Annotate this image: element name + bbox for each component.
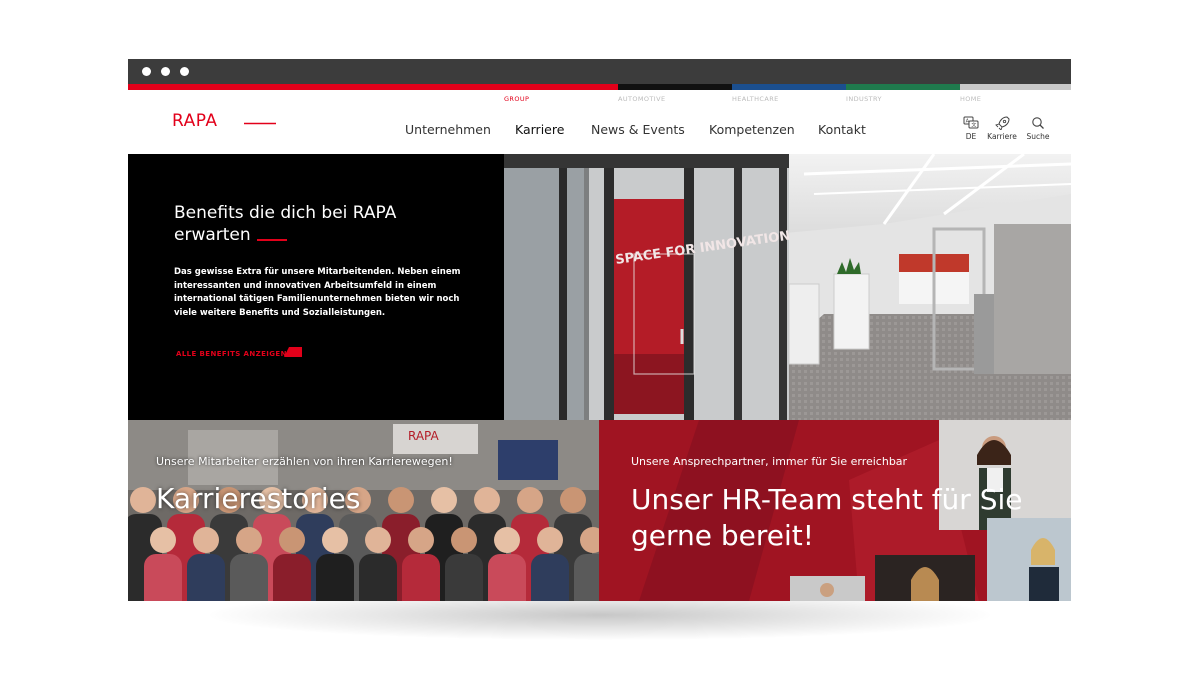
nav-item-kompetenzen[interactable]: Kompetenzen [709,122,795,137]
language-label: DE [965,132,977,141]
language-icon: A 文 [963,116,979,129]
person-head [431,487,457,513]
benefits-panel: Benefits die dich bei RAPA erwarten Das … [128,154,504,420]
person-body [359,554,397,601]
person-head [560,487,586,513]
segment-bar-home[interactable] [960,84,1071,90]
person-head [150,527,176,553]
segment-bar-industry[interactable] [846,84,960,90]
segment-link-industry[interactable]: INDUSTRY [846,95,882,103]
person-head [494,527,520,553]
segment-link-group[interactable]: GROUP [504,95,529,103]
rocket-icon [995,116,1010,130]
person-head [474,487,500,513]
karrierestories-subtitle: Unsere Mitarbeiter erzählen von ihren Ka… [156,455,453,468]
search-label: Suche [1026,132,1050,141]
hr-team-tile[interactable]: Unsere Ansprechpartner, immer für Sie er… [599,420,1071,601]
window-dot-close[interactable] [142,67,151,76]
person-head [451,527,477,553]
segment-bar-automotive[interactable] [618,84,732,90]
rapa-logo-text: RAPA [172,111,218,130]
nav-item-kontakt[interactable]: Kontakt [818,122,866,137]
office-illustration: SPACE FOR INNOVATION [504,154,1071,420]
segment-labels: GROUP AUTOMOTIVE HEALTHCARE INDUSTRY HOM… [128,95,1071,105]
office-photo: SPACE FOR INNOVATION [504,154,1071,420]
segment-color-bar [128,84,1071,90]
svg-text:文: 文 [971,122,976,129]
person-head [279,527,305,553]
benefits-description: Das gewisse Extra für unsere Mitarbeiten… [174,267,461,318]
person-head [236,527,262,553]
browser-titlebar [128,59,1071,84]
person-head [537,527,563,553]
segment-link-automotive[interactable]: AUTOMOTIVE [618,95,665,103]
person-body [316,554,354,601]
person-body [488,554,526,601]
person-body [574,554,599,601]
sign-text: RAPA [408,429,440,443]
karrierestories-tile[interactable]: RAPA Unsere Mitarbeiter erzählen von ihr… [128,420,599,601]
karriere-util-label: Karriere [987,132,1017,141]
browser-window: GROUP AUTOMOTIVE HEALTHCARE INDUSTRY HOM… [128,59,1071,601]
person-head [130,487,156,513]
person-body [187,554,225,601]
segment-bar-healthcare[interactable] [732,84,846,90]
person-head [388,487,414,513]
search-icon [1032,117,1044,129]
segment-link-home[interactable]: HOME [960,95,981,103]
hr-title: Unser HR-Team steht für Sie gerne bereit… [631,483,1023,552]
nav-item-news-events[interactable]: News & Events [591,122,685,137]
karriere-button[interactable]: Karriere [987,116,1017,141]
rapa-logo[interactable]: RAPA [172,110,282,130]
person-head [408,527,434,553]
nav-item-unternehmen[interactable]: Unternehmen [405,122,491,137]
benefits-title: Benefits die dich bei RAPA erwarten [174,203,397,245]
segment-bar-group[interactable] [128,84,618,90]
person-body [230,554,268,601]
person-body [402,554,440,601]
window-dot-minimize[interactable] [161,67,170,76]
person-body [445,554,483,601]
person-body [144,554,182,601]
title-accent-line [257,239,287,241]
nav-item-karriere[interactable]: Karriere [515,122,564,137]
window-dot-maximize[interactable] [180,67,189,76]
search-button[interactable]: Suche [1023,116,1053,141]
person-body [531,554,569,601]
person-head [365,527,391,553]
language-button[interactable]: A 文 DE [956,116,986,141]
person-head [517,487,543,513]
person-body [273,554,311,601]
benefits-cta-link[interactable]: ALLE BENEFITS ANZEIGEN [176,350,287,358]
person-head [193,527,219,553]
person-head [322,527,348,553]
segment-link-healthcare[interactable]: HEALTHCARE [732,95,779,103]
hr-subtitle: Unsere Ansprechpartner, immer für Sie er… [631,455,908,468]
arrow-icon[interactable] [284,347,302,357]
karrierestories-title: Karrierestories [156,482,361,515]
svg-text:A: A [966,119,970,125]
